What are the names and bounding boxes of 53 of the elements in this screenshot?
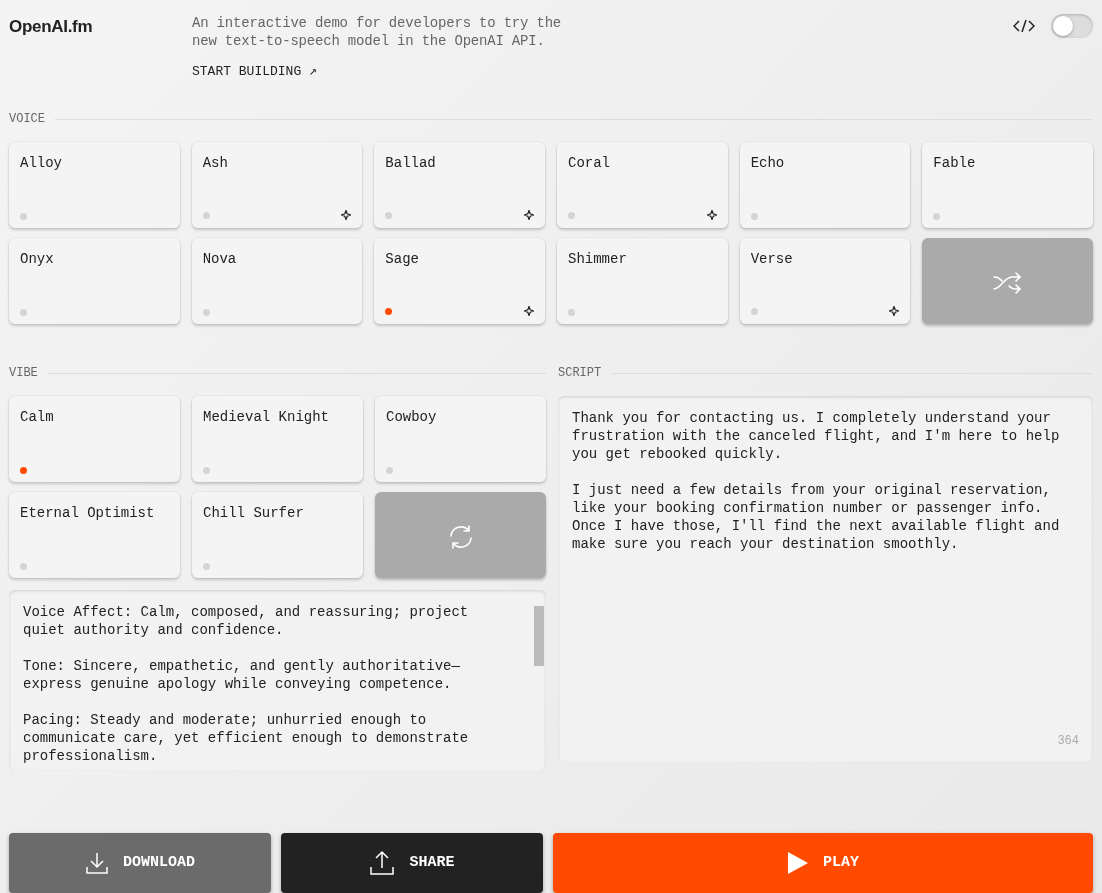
- option-name: Echo: [750, 154, 786, 173]
- option-card[interactable]: Nova: [191, 238, 363, 324]
- section-label: VIBE: [9, 365, 38, 382]
- option-card[interactable]: Calm: [9, 396, 180, 482]
- option-card[interactable]: Medieval Knight: [192, 396, 363, 482]
- script-text: Thank you for contacting us. I completely understand your frustration with the canceled flight, and I'm here to help you get rebooked quickly. I just need a few details from your original reservation, like your booking confirmation number or passenger info. Once I have those, I'll find the next available flight and make sure you reach your destination smoothly.: [572, 409, 1061, 553]
- download-button[interactable]: DOWNLOAD: [9, 833, 271, 893]
- play-icon: [787, 851, 809, 875]
- option-card[interactable]: Chill Surfer: [192, 492, 363, 578]
- option-card[interactable]: Sage: [374, 238, 545, 324]
- option-name: Nova: [202, 250, 238, 269]
- option-name: Fable: [933, 154, 977, 173]
- option-card[interactable]: Cowboy: [375, 396, 546, 482]
- share-button[interactable]: SHARE: [281, 833, 543, 893]
- shuffle-button[interactable]: [922, 238, 1093, 324]
- script-field[interactable]: [558, 396, 1093, 762]
- option-name: Ash: [202, 154, 229, 173]
- option-card[interactable]: Fable: [922, 142, 1093, 228]
- shuffle-icon: [992, 269, 1023, 296]
- option-card[interactable]: Shimmer: [557, 238, 728, 324]
- section-label: VOICE: [9, 111, 45, 128]
- option-name: Ballad: [385, 154, 437, 173]
- option-name: Chill Surfer: [203, 504, 305, 523]
- option-card[interactable]: Verse: [739, 238, 911, 324]
- option-card[interactable]: Echo: [739, 142, 911, 228]
- code-toggle[interactable]: [1051, 14, 1093, 38]
- code-icon: [1013, 19, 1035, 33]
- option-name: Coral: [568, 154, 611, 173]
- option-card[interactable]: Eternal Optimist: [9, 492, 180, 578]
- option-name: Calm: [20, 408, 55, 427]
- option-name: Shimmer: [568, 250, 628, 269]
- instructions-field[interactable]: [9, 590, 546, 771]
- option-name: Onyx: [20, 250, 55, 269]
- description-text: An interactive demo for developers to try the new text-to-speech model in the OpenAI API.: [192, 14, 563, 50]
- option-card[interactable]: Coral: [557, 142, 728, 228]
- instructions-text: Voice Affect: Calm, composed, and reassuring; project quiet authority and confidence. Tone: Sincere, empathetic, and gently authoritative—express genuine apology while conveying competence. Pacing: Steady and moderate; unhurried enough to communicate care, yet efficient enough to demonstrate professionalism.: [23, 603, 470, 765]
- option-name: Medieval Knight: [203, 408, 331, 427]
- option-card[interactable]: Alloy: [9, 142, 180, 228]
- option-name: Sage: [385, 250, 420, 269]
- refresh-button[interactable]: [375, 492, 546, 578]
- character-count: 364: [1057, 733, 1079, 750]
- option-name: Alloy: [20, 154, 63, 173]
- section-label: SCRIPT: [558, 365, 602, 382]
- logo-text: OpenAI.fm: [9, 16, 94, 38]
- option-card[interactable]: Ballad: [374, 142, 545, 228]
- option-name: Verse: [750, 250, 794, 269]
- option-name: Cowboy: [386, 408, 438, 427]
- upload-icon: [369, 850, 396, 876]
- start-building-link[interactable]: START BUILDING ↗: [192, 62, 317, 82]
- download-icon: [85, 851, 109, 875]
- option-card[interactable]: Ash: [191, 142, 363, 228]
- option-name: Eternal Optimist: [20, 504, 156, 523]
- option-card[interactable]: Onyx: [9, 238, 180, 324]
